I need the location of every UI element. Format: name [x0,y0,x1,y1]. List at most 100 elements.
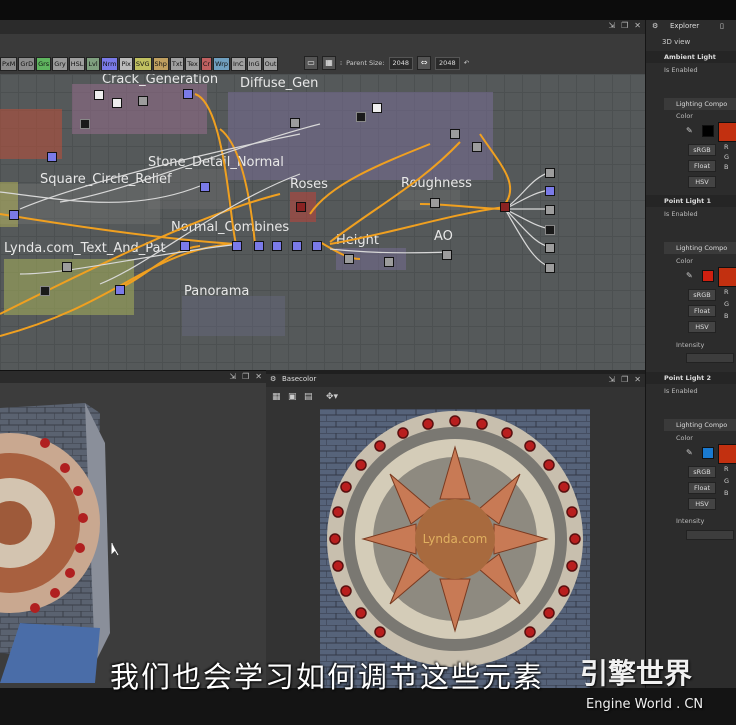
graph-node[interactable] [47,152,57,162]
srgb-button[interactable]: sRGB [688,466,716,478]
pin-icon[interactable]: ⇲ [608,375,615,384]
filter-button[interactable]: SVG [133,57,152,71]
save-icon[interactable]: ▣ [288,392,297,402]
filter-button[interactable]: Nrm [100,57,119,71]
filter-button[interactable]: InG [246,57,262,71]
close-icon[interactable]: ✕ [255,372,262,381]
float-button[interactable]: Float [688,305,716,317]
color-bar[interactable] [718,444,736,464]
eyedropper-icon[interactable]: ✎ [686,448,693,457]
filter-button[interactable]: GrD [18,57,36,71]
srgb-button[interactable]: sRGB [688,289,716,301]
color-swatch[interactable] [702,447,714,459]
move-icon[interactable]: ✥▾ [326,392,338,402]
frame-icon[interactable]: ▦ [322,56,336,70]
undo-icon[interactable]: ↶ [464,59,469,67]
output-node[interactable] [545,243,555,253]
close-icon[interactable]: ✕ [634,21,641,30]
graph-node[interactable] [292,241,302,251]
comment-icon[interactable]: ▭ [304,56,318,70]
intensity-field[interactable] [686,353,734,363]
output-node[interactable] [545,205,555,215]
graph-node[interactable] [472,142,482,152]
intensity-field[interactable] [686,530,734,540]
ambient-light-header[interactable]: Ambient Light [646,51,736,63]
graph-node[interactable] [296,202,306,212]
graph-node[interactable] [200,182,210,192]
graph-node[interactable] [272,241,282,251]
2d-viewport[interactable]: Lynda.com [266,409,645,688]
graph-node[interactable] [290,118,300,128]
graph-node[interactable] [115,285,125,295]
restore-icon[interactable]: ❐ [621,375,628,384]
link-icon[interactable]: ⇔ [417,56,432,70]
hsv-button[interactable]: HSV [688,321,716,333]
restore-icon[interactable]: ❐ [242,372,249,381]
close-icon[interactable]: ✕ [634,375,641,384]
graph-node[interactable] [254,241,264,251]
filter-button[interactable]: Grs [36,57,52,71]
color-bar[interactable] [718,267,736,287]
output-node[interactable] [545,168,555,178]
graph-node[interactable] [450,129,460,139]
parent-size-select[interactable]: 2048 [388,56,414,70]
color-bar[interactable] [718,122,736,142]
filter-button[interactable]: Txt [169,57,185,71]
hsv-button[interactable]: HSV [688,498,716,510]
pin-icon[interactable]: ⇲ [229,372,236,381]
3d-viewport[interactable] [0,383,266,688]
float-button[interactable]: Float [688,160,716,172]
point-light-1-header[interactable]: Point Light 1 [646,195,736,207]
filter-button[interactable]: Pix [119,57,133,71]
explorer-tab[interactable]: Explorer [670,22,699,30]
graph-node[interactable] [312,241,322,251]
filter-button[interactable]: InC [231,57,246,71]
graph-node[interactable] [344,254,354,264]
graph-node[interactable] [94,90,104,100]
document-icon[interactable]: ▯ [720,22,724,30]
graph-node[interactable] [500,202,510,212]
eyedropper-icon[interactable]: ✎ [686,126,693,135]
size-select[interactable]: 2048 [435,56,460,70]
srgb-button[interactable]: sRGB [688,144,716,156]
filter-button[interactable]: Out [262,57,279,71]
pin-icon[interactable]: ⇲ [608,21,615,30]
color-swatch[interactable] [702,270,714,282]
filter-button[interactable]: Shp [152,57,169,71]
output-node[interactable] [545,225,555,235]
graph-node[interactable] [183,89,193,99]
graph-node[interactable] [62,262,72,272]
point-light-2-header[interactable]: Point Light 2 [646,372,736,384]
graph-node[interactable] [384,257,394,267]
copy-icon[interactable]: ▤ [304,392,313,402]
graph-node[interactable] [138,96,148,106]
more-icon[interactable]: ⁝ [340,59,342,67]
graph-node[interactable] [9,210,19,220]
lighting-component-header[interactable]: Lighting Compo [664,242,736,254]
output-node[interactable] [545,263,555,273]
graph-node[interactable] [112,98,122,108]
graph-canvas[interactable]: Crack_Generation Diffuse_Gen Stone_Detai… [0,74,645,370]
filter-button[interactable]: Tex [185,57,200,71]
graph-node[interactable] [40,286,50,296]
filter-button[interactable]: HSL [68,57,86,71]
lighting-component-header[interactable]: Lighting Compo [664,419,736,431]
graph-node[interactable] [430,198,440,208]
display-icon[interactable]: ▦ [272,392,281,402]
output-node[interactable] [545,186,555,196]
graph-node[interactable] [356,112,366,122]
restore-icon[interactable]: ❐ [621,21,628,30]
graph-node[interactable] [232,241,242,251]
filter-button[interactable]: Lvl [86,57,100,71]
hsv-button[interactable]: HSV [688,176,716,188]
filter-button[interactable]: Cr [200,57,213,71]
graph-node[interactable] [372,103,382,113]
filter-button[interactable]: PxM [0,57,18,71]
graph-node[interactable] [180,241,190,251]
graph-node[interactable] [442,250,452,260]
lighting-component-header[interactable]: Lighting Compo [664,98,736,110]
filter-button[interactable]: Gry [52,57,68,71]
eyedropper-icon[interactable]: ✎ [686,271,693,280]
color-swatch[interactable] [702,125,714,137]
filter-button[interactable]: Wrp [213,57,231,71]
